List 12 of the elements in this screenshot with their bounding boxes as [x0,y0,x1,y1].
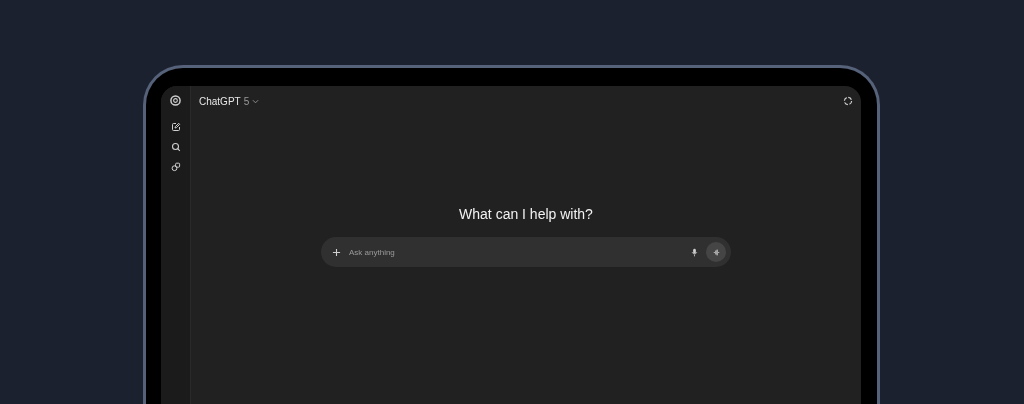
new-chat-icon[interactable] [170,122,181,132]
prompt-field[interactable]: Ask anything [349,247,683,257]
logo-icon [170,95,181,106]
microphone-icon[interactable] [691,247,698,257]
library-icon[interactable] [170,162,181,172]
search-icon[interactable] [170,142,181,152]
temporary-chat-icon[interactable] [843,96,853,106]
chevron-icon [252,98,260,104]
heading: What can I help with? [459,206,593,222]
model-selector[interactable]: ChatGPT 5 [199,95,260,107]
plus-icon[interactable] [332,247,341,257]
voice-mode-button[interactable] [706,242,726,262]
